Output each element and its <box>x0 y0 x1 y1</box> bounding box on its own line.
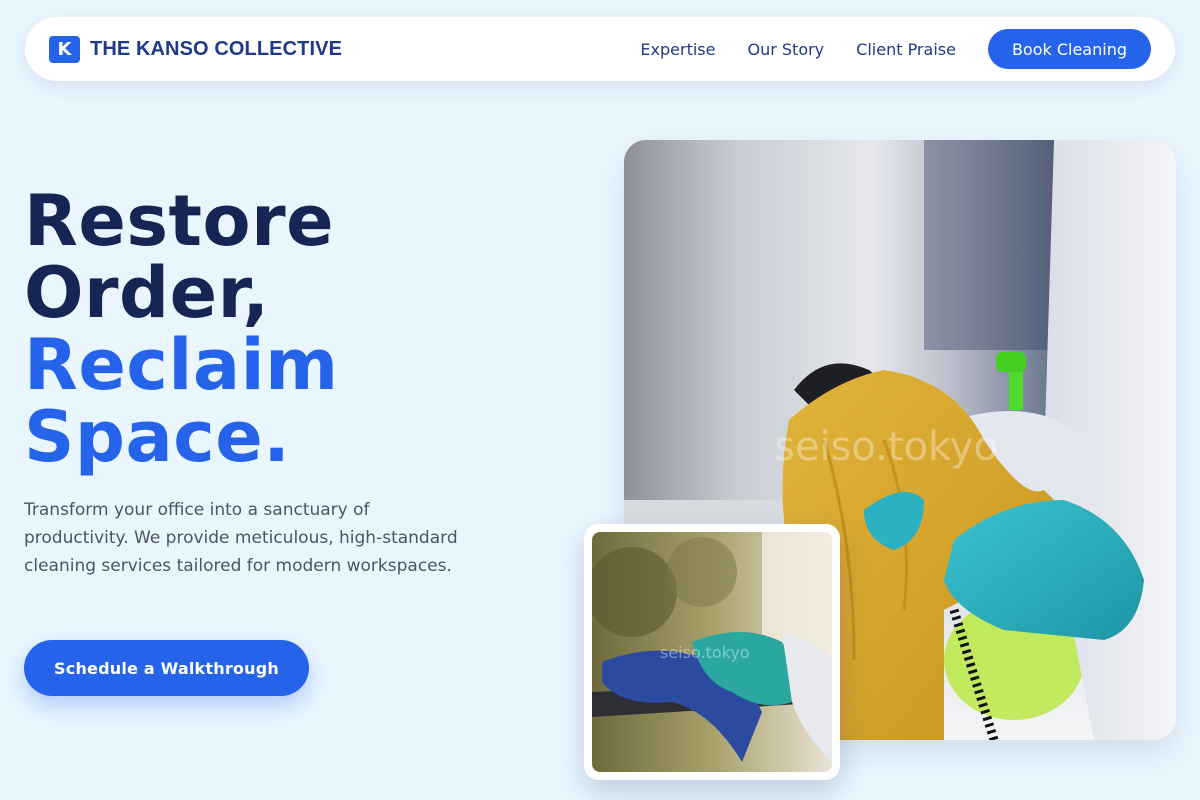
brand-mark-icon: K <box>49 35 80 63</box>
nav-link-expertise[interactable]: Expertise <box>640 40 715 59</box>
hero-headline: Restore Order, Reclaim Space. <box>24 185 339 473</box>
thumb-photo-watermark: seiso.tokyo <box>660 643 750 662</box>
main-photo-watermark: seiso.tokyo <box>774 424 998 470</box>
hero-thumbnail-photo: seiso.tokyo <box>592 532 832 772</box>
brand-name: THE KANSO COLLECTIVE <box>90 37 343 60</box>
main-nav: Expertise Our Story Client Praise Book C… <box>640 29 1151 69</box>
headline-line-1: Restore <box>24 180 335 262</box>
top-navbar: K THE KANSO COLLECTIVE Expertise Our Sto… <box>25 17 1175 81</box>
hero-thumbnail-card: seiso.tokyo <box>584 524 840 780</box>
headline-line-3: Reclaim <box>24 324 339 406</box>
hero-subtext: Transform your office into a sanctuary o… <box>24 500 458 576</box>
headline-line-4: Space. <box>24 396 291 478</box>
nav-link-our-story[interactable]: Our Story <box>747 40 824 59</box>
nav-link-client-praise[interactable]: Client Praise <box>856 40 956 59</box>
brand-logo[interactable]: K THE KANSO COLLECTIVE <box>49 35 343 63</box>
headline-line-2: Order, <box>24 252 270 334</box>
book-cleaning-button[interactable]: Book Cleaning <box>987 29 1151 69</box>
schedule-walkthrough-button[interactable]: Schedule a Walkthrough <box>24 640 309 696</box>
